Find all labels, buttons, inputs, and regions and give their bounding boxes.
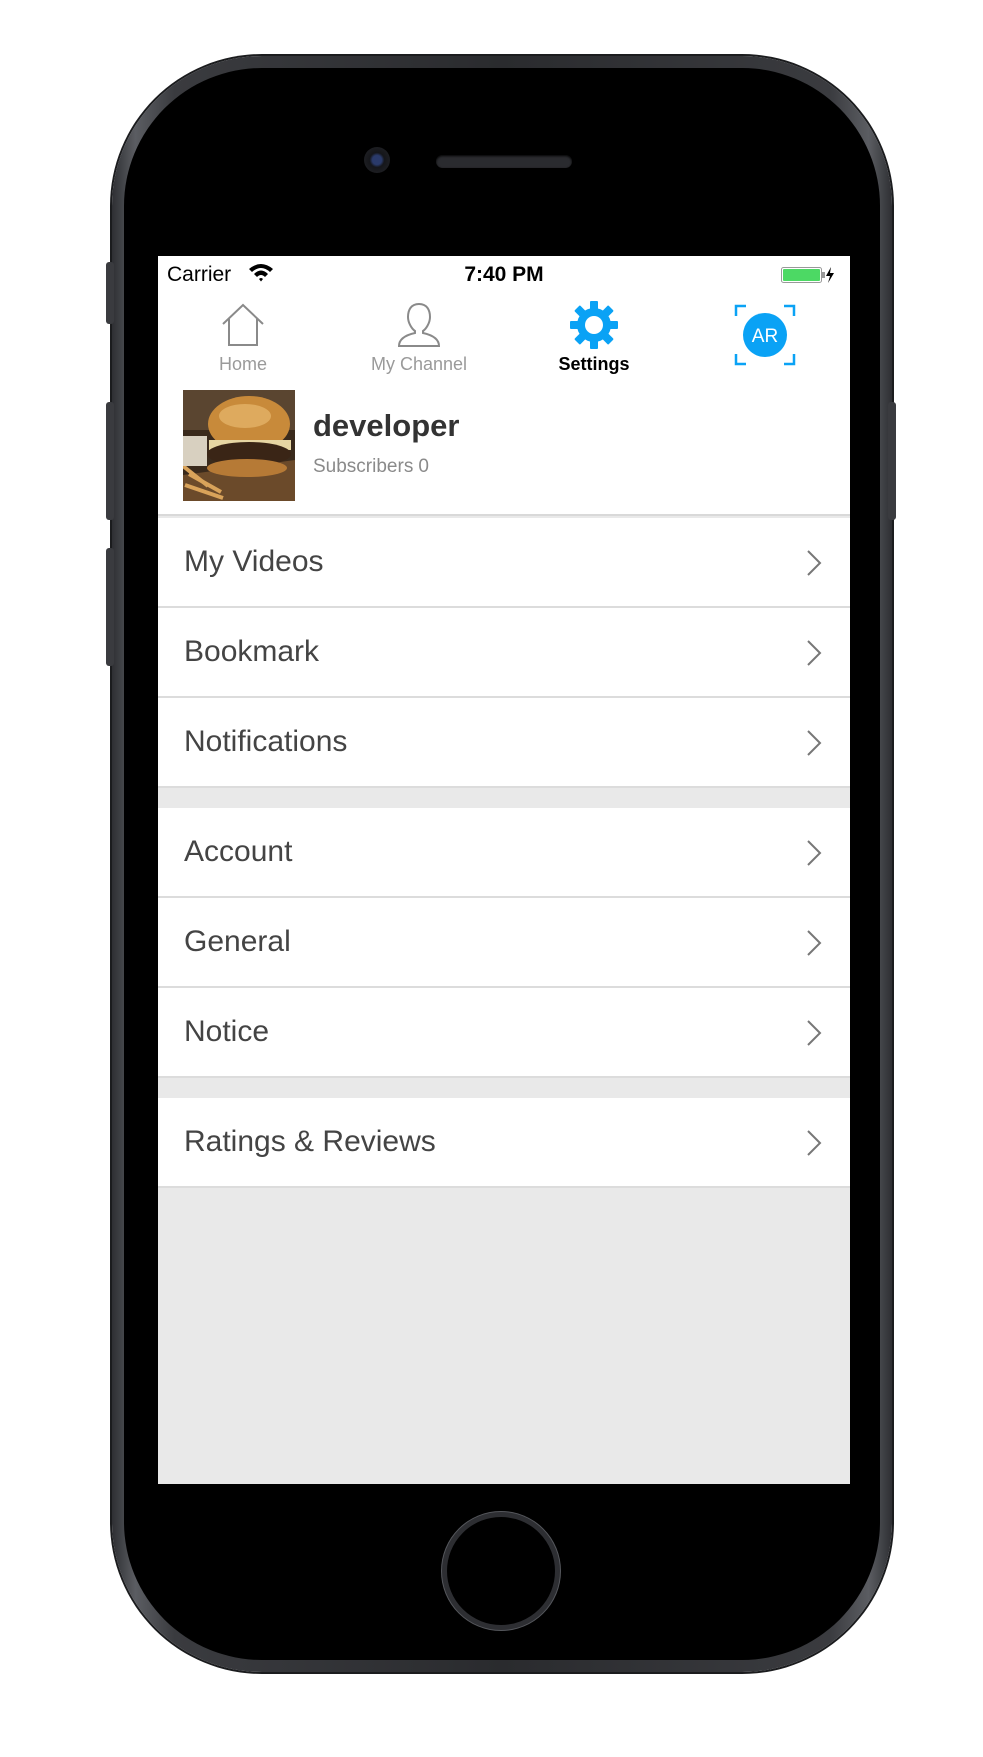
chevron-right-icon	[807, 1130, 822, 1156]
menu-group-settings: Account General Notice	[158, 808, 850, 1078]
menu-item-notifications[interactable]: Notifications	[158, 698, 850, 788]
menu-item-label: Bookmark	[184, 635, 320, 668]
volume-up-button	[106, 402, 114, 520]
subscribers-count: 0	[418, 456, 429, 477]
mute-switch	[106, 262, 114, 324]
gear-icon	[570, 301, 618, 349]
status-time: 7:40 PM	[464, 263, 544, 286]
tab-my-channel[interactable]: My Channel	[349, 294, 489, 390]
chevron-right-icon	[807, 640, 822, 666]
tab-settings[interactable]: Settings	[524, 294, 664, 390]
menu-group-content: My Videos Bookmark Notifications	[158, 518, 850, 788]
menu-item-label: My Videos	[184, 545, 324, 578]
subscriber-info: Subscribers 0	[313, 456, 429, 478]
profile-name: developer	[313, 408, 460, 443]
menu-item-label: Ratings & Reviews	[184, 1125, 436, 1158]
home-icon	[222, 303, 264, 346]
menu-item-general[interactable]: General	[158, 898, 850, 988]
chevron-right-icon	[807, 840, 822, 866]
tab-home[interactable]: Home	[173, 294, 313, 390]
battery-charging-icon	[781, 267, 834, 283]
menu-item-account[interactable]: Account	[158, 808, 850, 898]
menu-item-my-videos[interactable]: My Videos	[158, 518, 850, 608]
subscribers-label: Subscribers	[313, 456, 414, 477]
chevron-right-icon	[807, 930, 822, 956]
status-bar: Carrier 7:40 PM	[158, 256, 850, 294]
earpiece-speaker	[436, 155, 572, 168]
tab-home-label: Home	[218, 354, 267, 374]
ar-label: AR	[752, 326, 778, 347]
top-tab-bar: Home My Channel Settings AR	[158, 294, 850, 390]
menu-item-bookmark[interactable]: Bookmark	[158, 608, 850, 698]
tab-my-channel-label: My Channel	[370, 354, 468, 374]
person-icon	[397, 302, 441, 347]
menu-item-label: Account	[184, 835, 293, 868]
tab-settings-label: Settings	[558, 354, 630, 374]
menu-item-notice[interactable]: Notice	[158, 988, 850, 1078]
menu-item-ratings-reviews[interactable]: Ratings & Reviews	[158, 1098, 850, 1188]
menu-item-label: Notifications	[184, 725, 348, 758]
ar-camera-button[interactable]: AR	[734, 304, 796, 366]
chevron-right-icon	[807, 1020, 822, 1046]
app-screen: Carrier 7:40 PM Home My Channel Settings…	[158, 256, 850, 1484]
menu-group-feedback: Ratings & Reviews	[158, 1098, 850, 1188]
power-button	[888, 402, 896, 520]
front-camera	[364, 147, 390, 173]
avatar[interactable]	[183, 390, 295, 501]
chevron-right-icon	[807, 550, 822, 576]
volume-down-button	[106, 548, 114, 666]
home-button[interactable]	[442, 1512, 560, 1630]
menu-item-label: General	[184, 925, 291, 958]
profile-header[interactable]: developer Subscribers 0	[158, 390, 850, 516]
menu-item-label: Notice	[184, 1015, 270, 1048]
chevron-right-icon	[807, 730, 822, 756]
